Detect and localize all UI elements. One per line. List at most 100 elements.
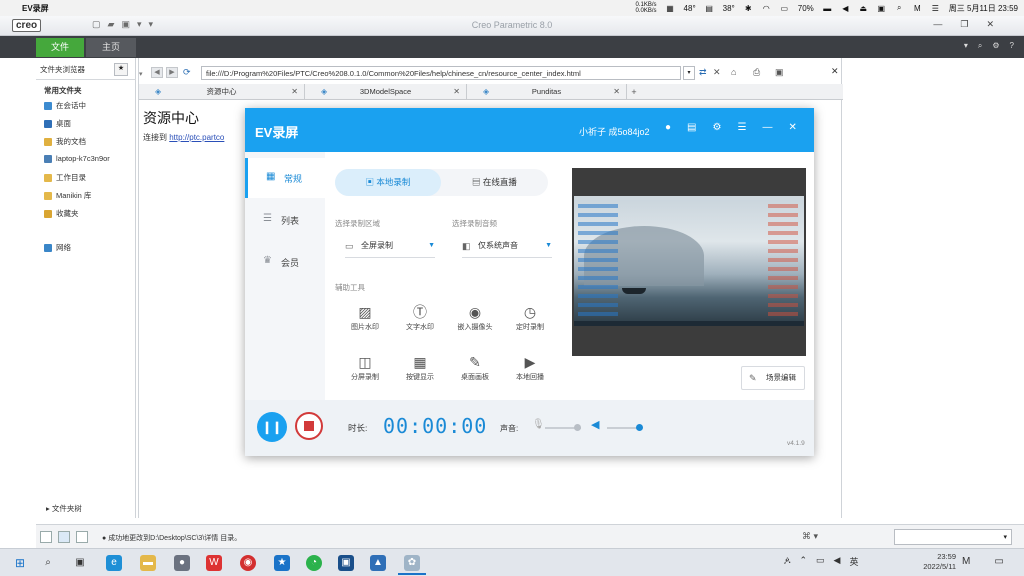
store-icon[interactable]: ★ (274, 555, 290, 571)
wifi-icon[interactable]: ◠ (762, 4, 771, 13)
tab-close-icon[interactable]: ✕ (453, 84, 460, 100)
avatar-icon[interactable]: ● (665, 122, 671, 133)
tool-image-watermark[interactable]: ▨ 图片水印 (335, 302, 395, 338)
speaker-volume-knob[interactable] (636, 424, 643, 431)
stop-button[interactable] (295, 412, 323, 440)
tab-local-record[interactable]: ▣ 本地录制 (335, 169, 441, 196)
show-hidden-icon[interactable]: ⌃ (799, 555, 807, 568)
address-dropdown-icon[interactable]: ▾ (683, 66, 695, 80)
speaker-icon[interactable]: ◀ (591, 418, 599, 431)
restore-icon[interactable]: ❐ (960, 19, 968, 30)
nav-item-manikin[interactable]: Manikin 库 (44, 190, 91, 201)
favorites-tab-icon[interactable]: ★ (114, 63, 128, 76)
filter-select[interactable]: ▾ (894, 529, 1012, 545)
wps-icon[interactable]: W (206, 555, 222, 571)
menu-icon[interactable]: ☰ (737, 122, 746, 133)
tool-split-screen[interactable]: ◫ 分屏录制 (335, 352, 395, 388)
start-icon[interactable]: ⊞ (12, 555, 28, 571)
creo-icon[interactable]: ✿ (404, 555, 420, 571)
nav-item-in-session[interactable]: 在会话中 (44, 100, 86, 111)
task-view-icon[interactable]: ▣ (72, 555, 88, 571)
tab-file[interactable]: 文件 (36, 38, 84, 57)
fullscreen-icon[interactable] (76, 531, 88, 543)
netease-icon[interactable]: ◉ (240, 555, 256, 571)
explorer-icon[interactable]: ▬ (140, 555, 156, 571)
sidebar-item-list[interactable]: ☰ 列表 (245, 200, 325, 240)
cpu-icon[interactable]: ▦ (666, 4, 675, 13)
menu-extra-icon[interactable]: ▣ (877, 4, 886, 13)
tool-desktop-board[interactable]: ✎ 桌面画板 (445, 352, 505, 388)
address-field[interactable]: file:///D:/Program%20Files/PTC/Creo%208.… (201, 66, 681, 80)
nav-item-working-dir[interactable]: 工作目录 (44, 172, 86, 183)
print-icon[interactable]: ⎙ (753, 67, 760, 78)
ev-user-name[interactable]: 小祈子 成5o84jo2 (579, 125, 650, 138)
search-icon[interactable]: ⌕ (40, 555, 56, 571)
tool-text-watermark[interactable]: Ⓣ 文字水印 (390, 302, 450, 338)
battery-icon[interactable]: ▬ (823, 4, 832, 13)
browser-toggle-icon[interactable] (58, 531, 70, 543)
close-icon[interactable]: ✕ (788, 122, 796, 133)
ime-label[interactable]: 英 (849, 555, 858, 568)
taskbar-clock[interactable]: 23:59 2022/5/11 (908, 552, 956, 572)
stop-icon[interactable]: ✕ (713, 67, 721, 78)
browser-tab-resource-center[interactable]: ◈ 资源中心 ✕ (139, 84, 305, 100)
ev-recorder-icon[interactable]: ▣ (338, 555, 354, 571)
istat-icon[interactable]: M (913, 4, 922, 13)
pause-button[interactable]: ❙❙ (257, 412, 287, 442)
search-icon[interactable]: ⌕ (978, 41, 982, 51)
refresh-icon[interactable]: ⟳ (183, 67, 191, 78)
ptc-link[interactable]: http://ptc.partco (169, 133, 224, 142)
tab-close-icon[interactable]: ✕ (613, 84, 620, 100)
active-app-name[interactable]: EV录屏 (22, 3, 49, 14)
notification-icon[interactable]: ▭ (994, 556, 1003, 567)
forward-button[interactable]: ▶ (166, 67, 178, 78)
eject-icon[interactable]: ⏏ (859, 4, 868, 13)
browser-tab-3dmodelspace[interactable]: ◈ 3DModelSpace ✕ (305, 84, 467, 100)
scene-edit-button[interactable]: ✎ 场景编辑 (741, 366, 805, 390)
microphone-icon[interactable]: 🎙 (532, 419, 545, 430)
close-icon[interactable]: ✕ (986, 19, 994, 30)
record-area-select[interactable]: ▭ 全屏录制 ▼ (345, 234, 435, 258)
display-icon[interactable]: ▭ (780, 4, 789, 13)
sidebar-toggle-icon[interactable]: ▾ (139, 70, 143, 78)
mic-volume-knob[interactable] (574, 424, 582, 431)
go-icon[interactable]: ⇄ (699, 67, 707, 78)
app-icon[interactable]: ● (174, 555, 190, 571)
wechat-icon[interactable]: ◔ (306, 555, 322, 571)
folder-tree-toggle[interactable]: ▸ 文件夹树 (46, 503, 82, 514)
save-page-icon[interactable]: ▣ (775, 67, 784, 78)
selection-filter-icon[interactable]: ⌘ ▾ (802, 531, 818, 542)
speaker-volume-slider[interactable] (607, 427, 639, 429)
tool-key-display[interactable]: ▦ 按键显示 (390, 352, 450, 388)
nav-item-network[interactable]: 网络 (44, 242, 71, 253)
help-icon[interactable]: ? (1010, 41, 1014, 51)
minimize-icon[interactable]: — (762, 122, 772, 133)
tool-local-playback[interactable]: ▶ 本地回播 (500, 352, 560, 388)
collapse-ribbon-icon[interactable]: ▾ (964, 41, 968, 51)
spotlight-icon[interactable]: ⌕ (895, 3, 904, 13)
browser-tab-punditas[interactable]: ◈ Punditas ✕ (467, 84, 627, 100)
bluetooth-icon[interactable]: ✱ (744, 4, 753, 13)
photos-icon[interactable]: ▲ (370, 555, 386, 571)
edge-icon[interactable]: e (106, 555, 122, 571)
tab-live-stream[interactable]: ▤ 在线直播 (441, 169, 548, 196)
people-icon[interactable]: ዾ (784, 555, 790, 568)
new-tab-icon[interactable]: + (627, 84, 641, 100)
minimize-icon[interactable]: — (933, 19, 942, 30)
tab-home[interactable]: 主页 (86, 38, 136, 57)
network-icon[interactable]: ▭ (816, 555, 825, 568)
clipboard-icon[interactable]: ▤ (687, 122, 696, 133)
nav-item-documents[interactable]: 我的文档 (44, 136, 86, 147)
volume-icon[interactable]: ◀ (834, 555, 841, 568)
home-icon[interactable]: ⌂ (731, 67, 736, 77)
nav-item-favorites[interactable]: 收藏夹 (44, 208, 79, 219)
tool-embed-camera[interactable]: ◉ 嵌入摄像头 (445, 302, 505, 338)
tab-folder-browser[interactable]: 文件夹浏览器 (40, 64, 85, 75)
nav-item-computer[interactable]: laptop-k7c3n9or (44, 154, 110, 163)
tab-close-icon[interactable]: ✕ (291, 84, 298, 100)
control-center-icon[interactable]: ☰ (931, 4, 940, 13)
layout-icon[interactable] (40, 531, 52, 543)
settings-icon[interactable]: ⚙ (992, 41, 999, 51)
mac-clock[interactable]: 周三 5月11日 23:59 (949, 3, 1018, 14)
gpu-icon[interactable]: ▤ (705, 4, 714, 13)
